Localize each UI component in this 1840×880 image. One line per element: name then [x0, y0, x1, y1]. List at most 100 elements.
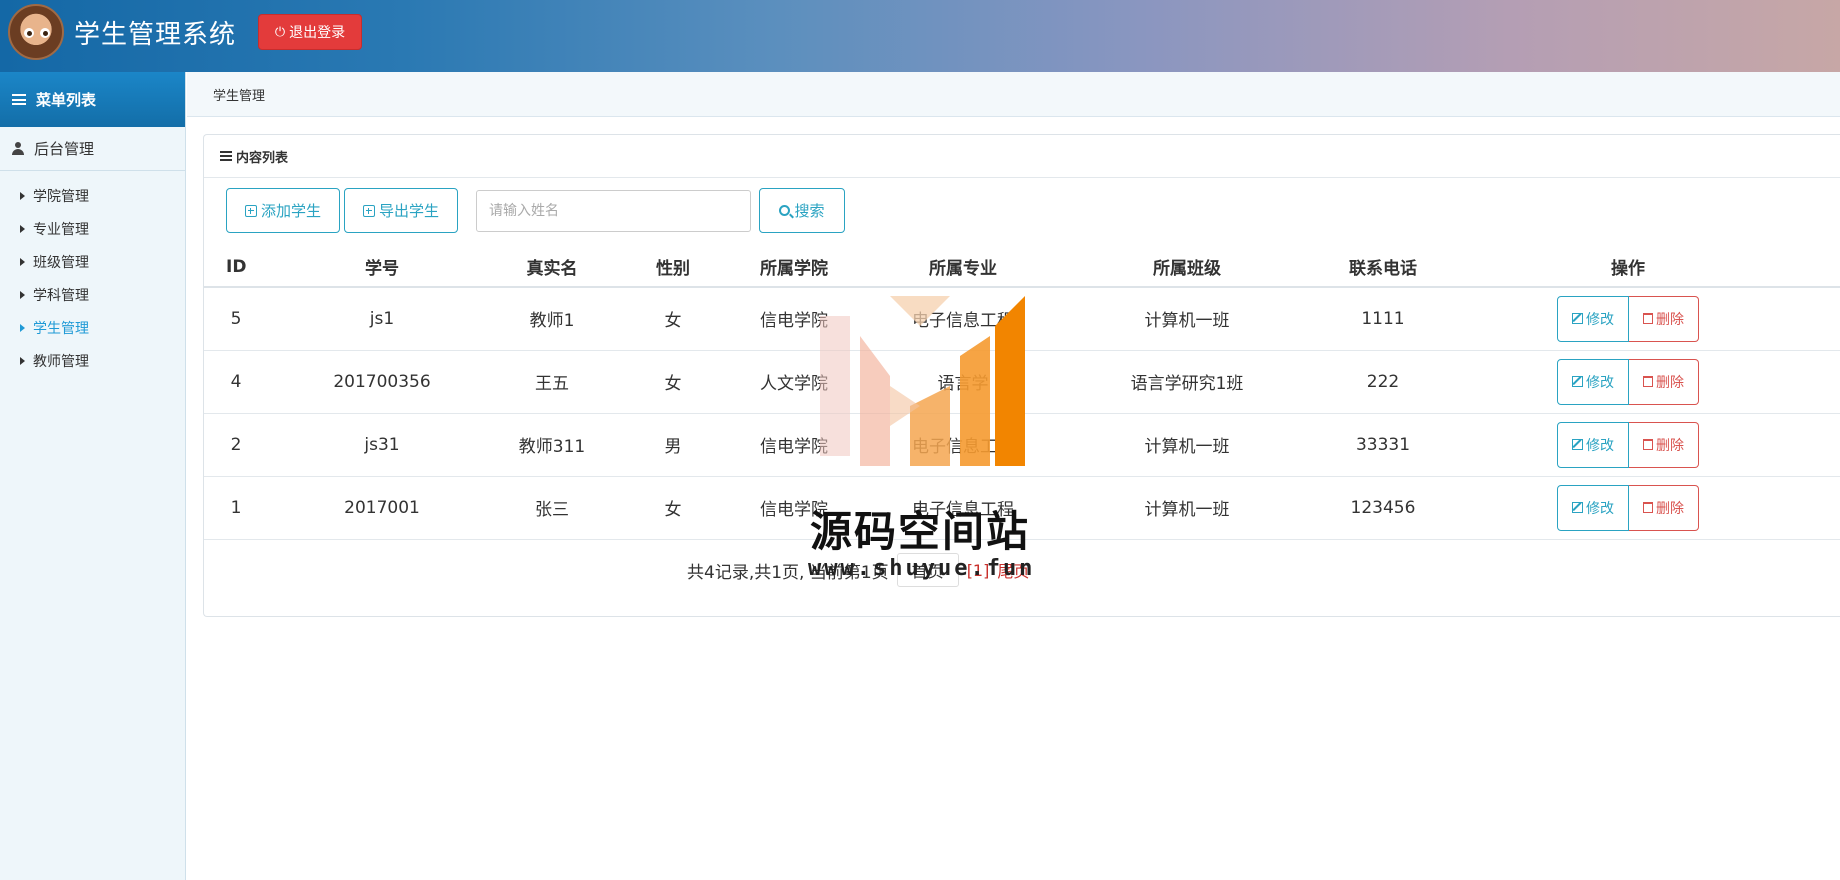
sidebar-item-subject[interactable]: 学科管理	[0, 278, 185, 311]
sidebar-header: 菜单列表	[0, 72, 185, 127]
edit-button[interactable]: 修改	[1557, 484, 1629, 531]
edit-icon	[1572, 313, 1583, 325]
plus-square-icon	[244, 204, 257, 217]
edit-label: 修改	[1586, 437, 1614, 454]
cell-major: 语言学	[850, 350, 1076, 414]
sidebar-group-admin[interactable]: 后台管理	[0, 127, 185, 171]
edit-icon	[1572, 376, 1583, 387]
cell-college: 人文学院	[738, 350, 850, 414]
add-student-button[interactable]: 添加学生	[226, 188, 340, 233]
toolbar: 添加学生 导出学生 搜索	[226, 188, 845, 233]
column-header: 所属专业	[850, 247, 1076, 288]
cell-phone: 1111	[1298, 287, 1468, 351]
search-input[interactable]	[476, 189, 751, 232]
sidebar-item-student[interactable]: 学生管理	[0, 311, 185, 344]
cell-student-no: 2017001	[268, 476, 496, 540]
cell-actions: 修改 删除	[1468, 476, 1788, 540]
cell-student-no: 201700356	[268, 350, 496, 414]
column-header: 操作	[1468, 247, 1788, 288]
row-actions: 修改 删除	[1557, 358, 1699, 405]
delete-button[interactable]: 删除	[1629, 421, 1699, 468]
cell-name: 王五	[496, 350, 608, 414]
delete-button[interactable]: 删除	[1629, 358, 1699, 405]
logout-label: 退出登录	[289, 25, 346, 41]
sidebar-item-label: 班级管理	[33, 254, 89, 271]
search-label: 搜索	[794, 202, 825, 220]
cell-college: 信电学院	[738, 287, 850, 351]
edit-icon	[1572, 502, 1583, 513]
caret-right-icon	[20, 290, 25, 299]
cell-phone: 33331	[1298, 413, 1468, 477]
user-icon	[12, 142, 24, 155]
trash-icon	[1643, 439, 1653, 450]
delete-button[interactable]: 删除	[1629, 484, 1699, 531]
cell-class: 语言学研究1班	[1076, 350, 1298, 414]
cell-gender: 女	[608, 287, 738, 351]
table-row: 5 js1 教师1 女 信电学院 电子信息工程 计算机一班 1111 修改 删除	[204, 287, 1840, 351]
delete-button[interactable]: 删除	[1629, 295, 1699, 342]
cell-name: 教师311	[496, 413, 608, 477]
delete-label: 删除	[1656, 500, 1684, 517]
top-header: 学生管理系统 ⏻ 退出登录	[0, 0, 1840, 72]
sidebar-heading: 菜单列表	[36, 91, 97, 109]
cell-class: 计算机一班	[1076, 413, 1298, 477]
breadcrumb-current: 学生管理	[213, 88, 266, 104]
add-student-label: 添加学生	[260, 202, 321, 220]
sidebar-item-teacher[interactable]: 教师管理	[0, 344, 185, 377]
delete-label: 删除	[1656, 437, 1684, 454]
sidebar-item-label: 专业管理	[33, 221, 89, 238]
edit-button[interactable]: 修改	[1557, 295, 1629, 342]
cell-student-no: js31	[268, 413, 496, 477]
cell-id: 5	[204, 287, 268, 351]
plus-square-icon	[362, 204, 375, 217]
cell-gender: 女	[608, 476, 738, 540]
edit-icon	[1572, 439, 1583, 450]
power-icon: ⏻	[274, 24, 286, 40]
column-header: 性别	[608, 247, 738, 288]
delete-label: 删除	[1656, 311, 1684, 328]
column-header: 所属学院	[738, 247, 850, 288]
sidebar-item-college[interactable]: 学院管理	[0, 179, 185, 212]
cell-actions: 修改 删除	[1468, 350, 1788, 414]
sidebar-item-label: 学科管理	[33, 287, 89, 304]
cell-filler	[1788, 350, 1840, 414]
delete-label: 删除	[1656, 374, 1684, 391]
logout-button[interactable]: ⏻ 退出登录	[258, 14, 362, 50]
cell-id: 2	[204, 413, 268, 477]
edit-button[interactable]: 修改	[1557, 358, 1629, 405]
export-student-button[interactable]: 导出学生	[344, 188, 458, 233]
row-actions: 修改 删除	[1557, 295, 1699, 342]
edit-label: 修改	[1586, 500, 1614, 517]
trash-icon	[1643, 376, 1653, 387]
cell-college: 信电学院	[738, 413, 850, 477]
cell-filler	[1788, 476, 1840, 540]
cell-class: 计算机一班	[1076, 476, 1298, 540]
trash-icon	[1643, 502, 1653, 513]
search-button[interactable]: 搜索	[759, 188, 845, 233]
table-row: 2 js31 教师311 男 信电学院 电子信息工程 计算机一班 33331 修…	[204, 413, 1840, 477]
cell-major: 电子信息工程	[850, 287, 1076, 351]
cell-actions: 修改 删除	[1468, 287, 1788, 351]
caret-right-icon	[20, 191, 25, 200]
caret-right-icon	[20, 356, 25, 365]
watermark-url: www.shuyue.fun	[808, 556, 1036, 581]
avatar	[8, 4, 64, 60]
cell-gender: 男	[608, 413, 738, 477]
sidebar-item-label: 教师管理	[33, 353, 89, 370]
edit-button[interactable]: 修改	[1557, 421, 1629, 468]
edit-label: 修改	[1586, 374, 1614, 391]
trash-icon	[1643, 313, 1653, 325]
column-header: 真实名	[496, 247, 608, 288]
edit-label: 修改	[1586, 311, 1614, 328]
sidebar-item-major[interactable]: 专业管理	[0, 212, 185, 245]
table-row: 4 201700356 王五 女 人文学院 语言学 语言学研究1班 222 修改…	[204, 350, 1840, 414]
column-header: ID	[204, 247, 268, 288]
sidebar-item-class[interactable]: 班级管理	[0, 245, 185, 278]
cell-name: 教师1	[496, 287, 608, 351]
column-header: 联系电话	[1298, 247, 1468, 288]
cell-id: 4	[204, 350, 268, 414]
column-header: 学号	[268, 247, 496, 288]
cell-phone: 123456	[1298, 476, 1468, 540]
sidebar-menu: 学院管理 专业管理 班级管理 学科管理 学生管理 教师管理	[0, 171, 185, 377]
column-header: 所属班级	[1076, 247, 1298, 288]
